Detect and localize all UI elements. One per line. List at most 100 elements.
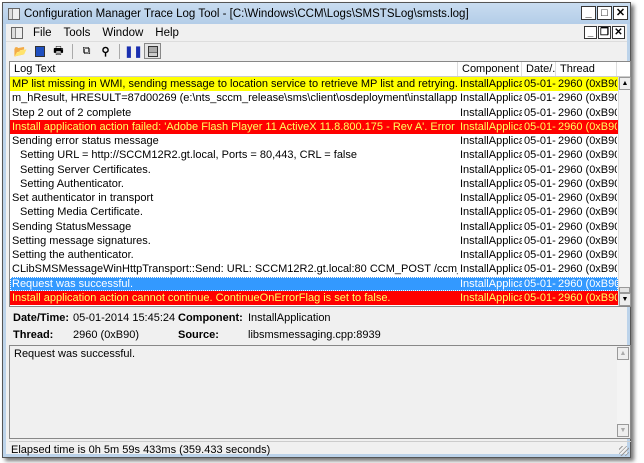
log-row[interactable]: Install application action failed: 'Adob… [10, 119, 618, 134]
thread-cell: 2960 (0xB90) [558, 249, 617, 261]
log-text-cell: Sending error status message [12, 135, 159, 147]
component-cell: InstallApplicati [460, 263, 522, 276]
log-row[interactable]: MP list missing in WMI, sending message … [10, 77, 618, 92]
log-row[interactable]: Set authenticator in transport InstallApp… [10, 191, 618, 205]
log-text-cell: Sending StatusMessage [12, 220, 132, 233]
thread-label: Thread: [13, 329, 54, 341]
copy-icon[interactable]: ⧉ [78, 43, 95, 59]
menu-window[interactable]: Window [96, 27, 149, 39]
column-thread[interactable]: Thread [556, 62, 617, 76]
source-label: Source: [178, 329, 219, 341]
log-row[interactable]: Setting Media Certificate. InstallApplica… [10, 205, 618, 219]
log-row[interactable]: Setting message signatures. InstallApplic… [10, 234, 618, 248]
log-row[interactable]: Install application action cannot contin… [10, 290, 618, 305]
pause-icon[interactable]: ❚❚ [124, 43, 142, 59]
open-remote-icon[interactable] [31, 43, 48, 59]
menu-tools[interactable]: Tools [58, 27, 97, 39]
menu-help[interactable]: Help [149, 27, 185, 39]
resize-grip-icon[interactable] [619, 446, 629, 456]
message-textbox[interactable]: Request was successful. ▲ ▼ [9, 345, 631, 439]
thread-cell: 2960 (0xB90) [558, 106, 617, 119]
child-close-button[interactable]: ✕ [612, 26, 625, 39]
maximize-button[interactable]: □ [597, 6, 612, 20]
open-icon[interactable]: 📂 [12, 43, 29, 59]
column-date[interactable]: Date/... [522, 62, 556, 76]
thread-value: 2960 (0xB90) [73, 329, 140, 341]
details-pane-icon[interactable] [144, 43, 161, 59]
log-row[interactable]: m_hResult, HRESULT=87d00269 (e:\nts_sccm… [10, 91, 618, 105]
component-cell: InstallApplicati [460, 234, 522, 247]
log-text-cell: Setting Media Certificate. [20, 206, 143, 219]
log-text-cell: Setting the authenticator. [12, 249, 134, 261]
datetime-value: 05-01-2014 15:45:24 [73, 312, 176, 324]
minimize-button[interactable]: _ [581, 6, 596, 20]
app-icon [8, 7, 20, 20]
close-button[interactable]: ✕ [613, 6, 628, 20]
component-cell: InstallApplicati [460, 120, 522, 133]
log-row[interactable]: CLibSMSMessageWinHttpTransport::Send: UR… [10, 262, 618, 276]
document-icon [11, 26, 23, 39]
log-row[interactable]: Step 2 out of 2 complete InstallApplicati… [10, 106, 618, 120]
log-row[interactable]: Setting Authenticator. InstallApplicati05… [10, 177, 618, 191]
log-row[interactable]: Sending StatusMessage InstallApplicati05-… [10, 220, 618, 234]
log-row[interactable]: Setting Server Certificates. InstallAppli… [10, 163, 618, 177]
log-text-cell: Set authenticator in transport [12, 192, 154, 204]
message-scroll-up-icon[interactable]: ▲ [617, 347, 629, 360]
log-text-cell: Setting Authenticator. [20, 177, 124, 190]
log-text-cell: Setting message signatures. [12, 234, 151, 247]
log-text-cell: Install application action cannot contin… [12, 291, 391, 304]
message-scrollbar[interactable]: ▲ ▼ [617, 347, 629, 437]
thread-cell: 2960 (0xB90) [558, 206, 617, 219]
thread-cell: 2960 (0xB90) [558, 149, 617, 162]
log-row[interactable]: Setting URL = http://SCCM12R2.gt.local, … [10, 148, 618, 162]
window-title: Configuration Manager Trace Log Tool - [… [24, 7, 469, 20]
component-cell: InstallApplicati [460, 78, 522, 90]
thread-cell: 2960 (0xB90) [558, 291, 617, 304]
thread-cell: 2960 (0xB90) [558, 92, 617, 105]
details-pane: Date/Time: 05-01-2014 15:45:24 Component… [9, 309, 631, 343]
log-row[interactable]: Request was successful. InstallApplicati0… [10, 276, 618, 291]
menu-file[interactable]: File [27, 27, 58, 39]
message-scroll-down-icon[interactable]: ▼ [617, 424, 629, 437]
child-restore-button[interactable]: ❐ [598, 26, 611, 39]
print-icon[interactable]: 🖶 [50, 43, 67, 59]
thread-cell: 2960 (0xB90) [558, 163, 617, 176]
component-label: Component: [178, 312, 243, 324]
log-row[interactable]: Setting the authenticator. InstallApplica… [10, 248, 618, 262]
thread-cell: 2960 (0xB90) [558, 120, 617, 133]
thread-cell: 2960 (0xB90) [558, 234, 617, 247]
component-cell: InstallApplicati [460, 177, 522, 190]
elapsed-time-text: Elapsed time is 0h 5m 59s 433ms (359.433… [11, 444, 271, 456]
date-cell: 05-01-20 [524, 149, 556, 162]
date-cell: 05-01-20 [524, 234, 556, 247]
date-cell: 05-01-20 [524, 249, 556, 261]
log-text-cell: MP list missing in WMI, sending message … [12, 78, 458, 90]
component-cell: InstallApplicati [460, 291, 522, 304]
date-cell: 05-01-20 [524, 291, 556, 304]
thread-cell: 2960 (0xB90) [558, 192, 617, 204]
log-text-cell: m_hResult, HRESULT=87d00269 (e:\nts_sccm… [12, 92, 458, 105]
thread-cell: 2960 (0xB90) [558, 220, 617, 233]
component-cell: InstallApplicati [460, 220, 522, 233]
scroll-up-icon[interactable]: ▲ [619, 77, 631, 90]
child-minimize-button[interactable]: _ [584, 26, 597, 39]
log-text-cell: CLibSMSMessageWinHttpTransport::Send: UR… [12, 263, 458, 276]
log-row[interactable]: Sending error status message InstallAppli… [10, 134, 618, 148]
log-list[interactable]: Log Text Component Date/... Thread MP li… [9, 61, 631, 307]
log-text-cell: Install application action failed: 'Adob… [12, 120, 458, 133]
source-value: libsmsmessaging.cpp:8939 [248, 329, 381, 341]
date-cell: 05-01-20 [524, 177, 556, 190]
thread-cell: 2960 (0xB90) [558, 135, 617, 147]
date-cell: 05-01-20 [524, 206, 556, 219]
date-cell: 05-01-20 [524, 163, 556, 176]
date-cell: 05-01-20 [524, 135, 556, 147]
list-scrollbar[interactable]: ▲ ▼ [618, 77, 631, 306]
thread-cell: 2960 (0xB90) [558, 177, 617, 190]
find-icon[interactable]: ⚲ [97, 43, 114, 59]
column-log-text[interactable]: Log Text [10, 62, 458, 76]
date-cell: 05-01-20 [524, 120, 556, 133]
component-cell: InstallApplicati [460, 192, 522, 204]
component-value: InstallApplication [248, 312, 331, 324]
column-component[interactable]: Component [458, 62, 522, 76]
scroll-down-icon[interactable]: ▼ [619, 293, 631, 306]
